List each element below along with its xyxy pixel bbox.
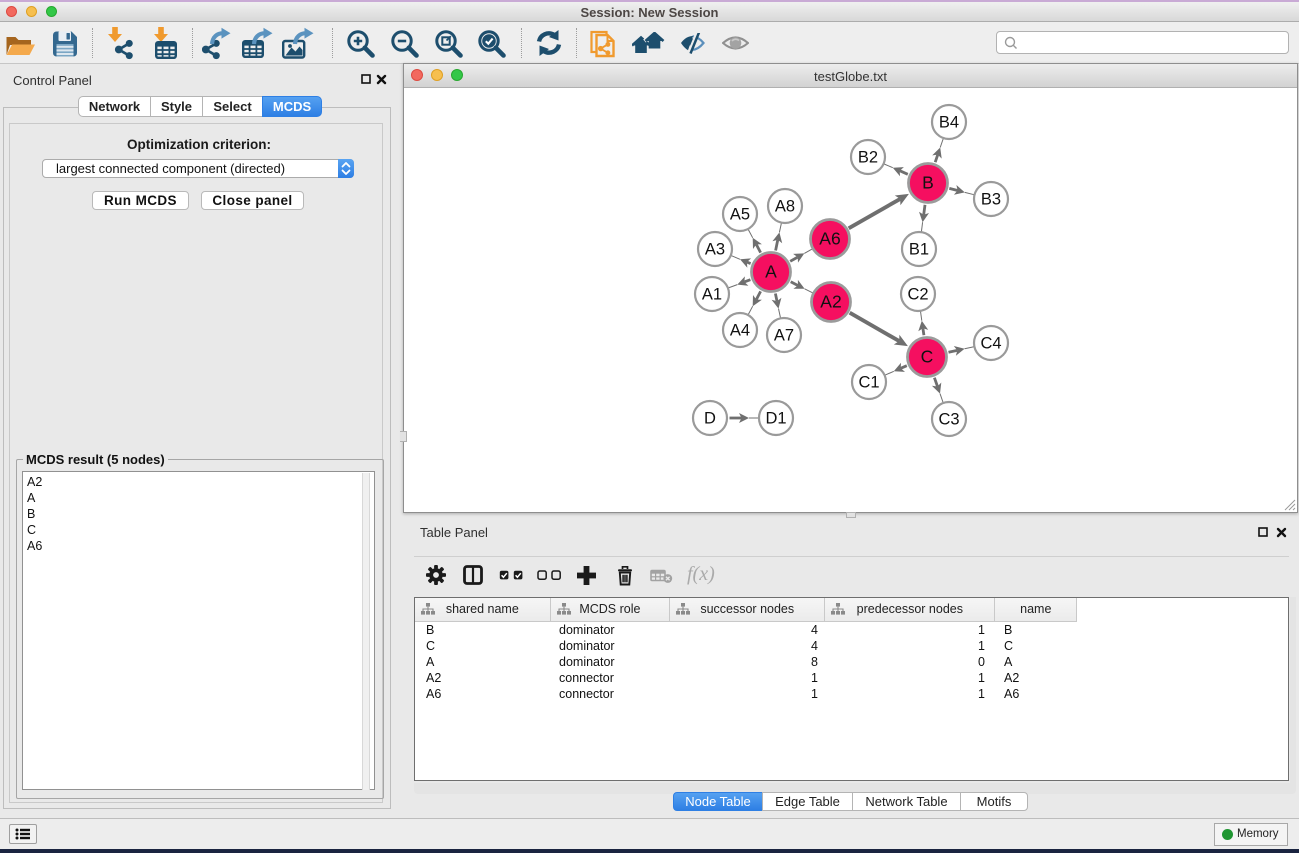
- svg-text:A6: A6: [819, 229, 840, 249]
- svg-text:B2: B2: [858, 149, 878, 167]
- svg-text:C: C: [921, 347, 934, 367]
- svg-text:A: A: [765, 262, 777, 282]
- svg-text:C2: C2: [907, 286, 928, 304]
- svg-text:C3: C3: [938, 411, 959, 429]
- svg-text:D: D: [704, 410, 716, 428]
- svg-text:A3: A3: [705, 241, 725, 259]
- svg-text:A5: A5: [730, 206, 750, 224]
- svg-text:A2: A2: [820, 292, 841, 312]
- svg-text:C4: C4: [980, 335, 1001, 353]
- svg-text:B1: B1: [909, 241, 929, 259]
- svg-text:A7: A7: [774, 327, 794, 345]
- svg-text:B: B: [922, 173, 934, 193]
- svg-text:A4: A4: [730, 322, 750, 340]
- svg-text:A8: A8: [775, 198, 795, 216]
- svg-text:A1: A1: [702, 286, 722, 304]
- svg-text:D1: D1: [765, 410, 786, 428]
- svg-text:B3: B3: [981, 191, 1001, 209]
- svg-text:B4: B4: [939, 114, 959, 132]
- svg-text:C1: C1: [858, 374, 879, 392]
